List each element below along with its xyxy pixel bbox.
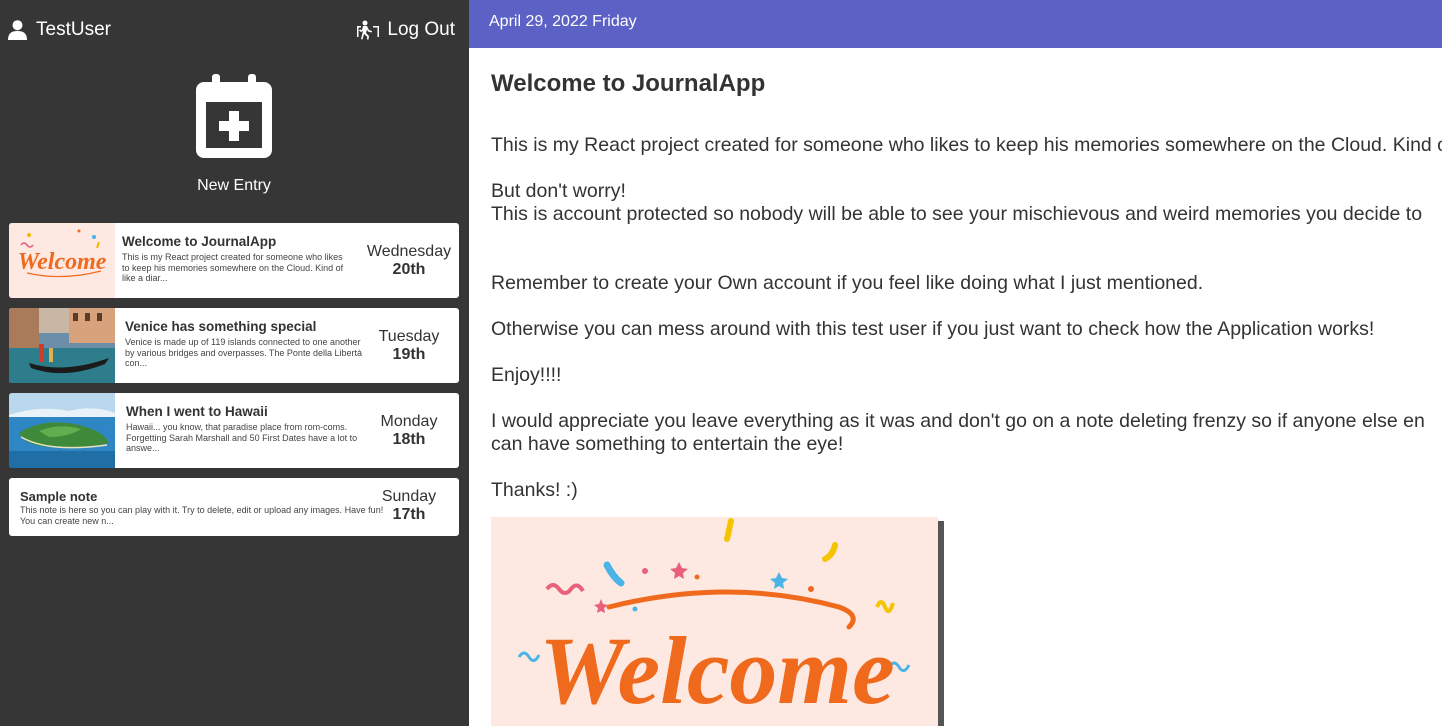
entry-preview: This note is here so you can play with i… bbox=[20, 505, 384, 526]
entry-title: Venice has something special bbox=[125, 319, 317, 334]
entry-date-number: 17th bbox=[392, 506, 426, 523]
entry-body: Welcome to JournalApp This is my React p… bbox=[122, 234, 352, 284]
entry-item[interactable]: Welcome Welcome to JournalApp This is my… bbox=[9, 223, 459, 298]
entry-day: Sunday bbox=[381, 488, 437, 505]
note-line: Enjoy!!!! bbox=[491, 364, 562, 386]
current-date: April 29, 2022 Friday bbox=[489, 13, 637, 30]
entry-date-number: 19th bbox=[392, 346, 426, 363]
note-line: I would appreciate you leave everything … bbox=[491, 410, 1425, 432]
entry-thumbnail-welcome: Welcome bbox=[9, 223, 115, 298]
entry-date: Tuesday 19th bbox=[364, 328, 454, 364]
entry-preview: Hawaii... you know, that paradise place … bbox=[126, 422, 358, 453]
entry-title: Welcome to JournalApp bbox=[122, 234, 277, 249]
note-line bbox=[491, 226, 1442, 249]
welcome-image-text: Welcome bbox=[539, 617, 894, 724]
entry-body: When I went to Hawaii Hawaii... you know… bbox=[126, 404, 376, 454]
top-bar: April 29, 2022 Friday bbox=[469, 0, 1442, 48]
note-body[interactable]: This is my React project created for som… bbox=[491, 134, 1442, 502]
note-line bbox=[491, 341, 1442, 364]
note-line bbox=[491, 295, 1442, 318]
entry-item[interactable]: When I went to Hawaii Hawaii... you know… bbox=[9, 393, 459, 468]
entry-day: Tuesday bbox=[378, 328, 440, 345]
entry-body: Sample note This note is here so you can… bbox=[20, 489, 385, 526]
entry-date: Wednesday 20th bbox=[364, 243, 454, 279]
new-entry-label: New Entry bbox=[197, 177, 271, 194]
entry-day: Monday bbox=[380, 413, 438, 430]
logout-icon bbox=[357, 20, 380, 40]
entry-thumbnail-venice bbox=[9, 308, 115, 383]
entry-title: When I went to Hawaii bbox=[126, 404, 268, 419]
entry-item[interactable]: Venice has something special Venice is m… bbox=[9, 308, 459, 383]
entry-date: Monday 18th bbox=[364, 413, 454, 449]
entry-body: Venice has something special Venice is m… bbox=[125, 319, 370, 369]
entry-preview: This is my React project created for som… bbox=[122, 252, 344, 283]
calendar-plus-icon bbox=[196, 74, 272, 158]
note-image-welcome: Welcome bbox=[491, 517, 944, 726]
sidebar-header: TestUser Log Out bbox=[0, 0, 469, 60]
note-line bbox=[491, 387, 1442, 410]
thumb-welcome-text: Welcome bbox=[18, 249, 107, 275]
user-info: TestUser bbox=[8, 19, 111, 41]
entry-day: Wednesday bbox=[366, 243, 452, 260]
entry-preview: Venice is made up of 119 islands connect… bbox=[125, 337, 362, 368]
entry-thumbnail-hawaii bbox=[9, 393, 115, 468]
logout-button[interactable]: Log Out bbox=[356, 19, 455, 41]
note-line bbox=[491, 249, 1442, 272]
note-line: Remember to create your Own account if y… bbox=[491, 272, 1204, 294]
note-line: Thanks! :) bbox=[491, 479, 578, 501]
entry-date: Sunday 17th bbox=[364, 488, 454, 524]
note-line: But don't worry! bbox=[491, 180, 626, 202]
entry-title: Sample note bbox=[20, 489, 98, 504]
note-line: This is my React project created for som… bbox=[491, 134, 1442, 156]
note-content: Welcome to JournalApp This is my React p… bbox=[491, 48, 1442, 726]
new-entry-button[interactable]: New Entry bbox=[184, 72, 284, 195]
note-line bbox=[491, 157, 1442, 180]
sidebar: TestUser Log Out New Entry Welcome Welco… bbox=[0, 0, 469, 726]
note-title[interactable]: Welcome to JournalApp bbox=[491, 70, 765, 98]
note-line: can have something to entertain the eye! bbox=[491, 433, 844, 455]
entry-item[interactable]: Sample note This note is here so you can… bbox=[9, 478, 459, 536]
user-name: TestUser bbox=[36, 19, 111, 40]
note-line: Otherwise you can mess around with this … bbox=[491, 318, 1375, 340]
note-line bbox=[491, 456, 1442, 479]
logout-label: Log Out bbox=[387, 19, 455, 40]
entry-list: Welcome Welcome to JournalApp This is my… bbox=[9, 223, 459, 546]
note-line: This is account protected so nobody will… bbox=[491, 203, 1423, 225]
entry-date-number: 18th bbox=[392, 431, 426, 448]
user-icon bbox=[8, 20, 27, 40]
entry-date-number: 20th bbox=[392, 261, 426, 278]
